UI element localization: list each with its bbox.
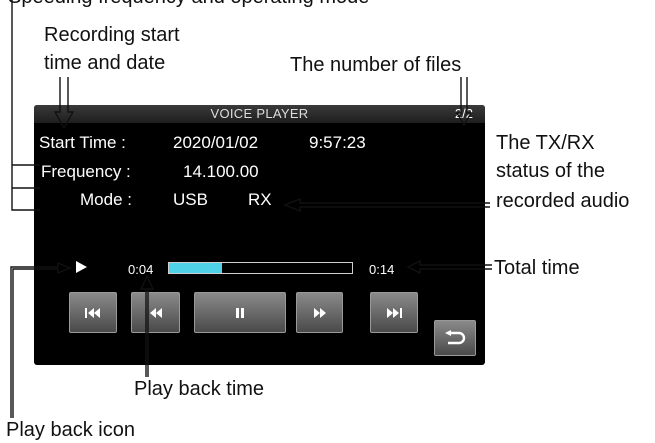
arrow-play-back-time <box>139 274 155 377</box>
arrow-total-time <box>406 259 492 275</box>
annotation-overlay <box>10 0 492 418</box>
bracket-frequency-mode <box>11 0 40 211</box>
arrow-txrx <box>283 197 490 213</box>
arrow-recording-start <box>53 77 75 130</box>
arrow-play-back-icon <box>10 261 72 418</box>
arrow-number-of-files <box>455 77 473 127</box>
